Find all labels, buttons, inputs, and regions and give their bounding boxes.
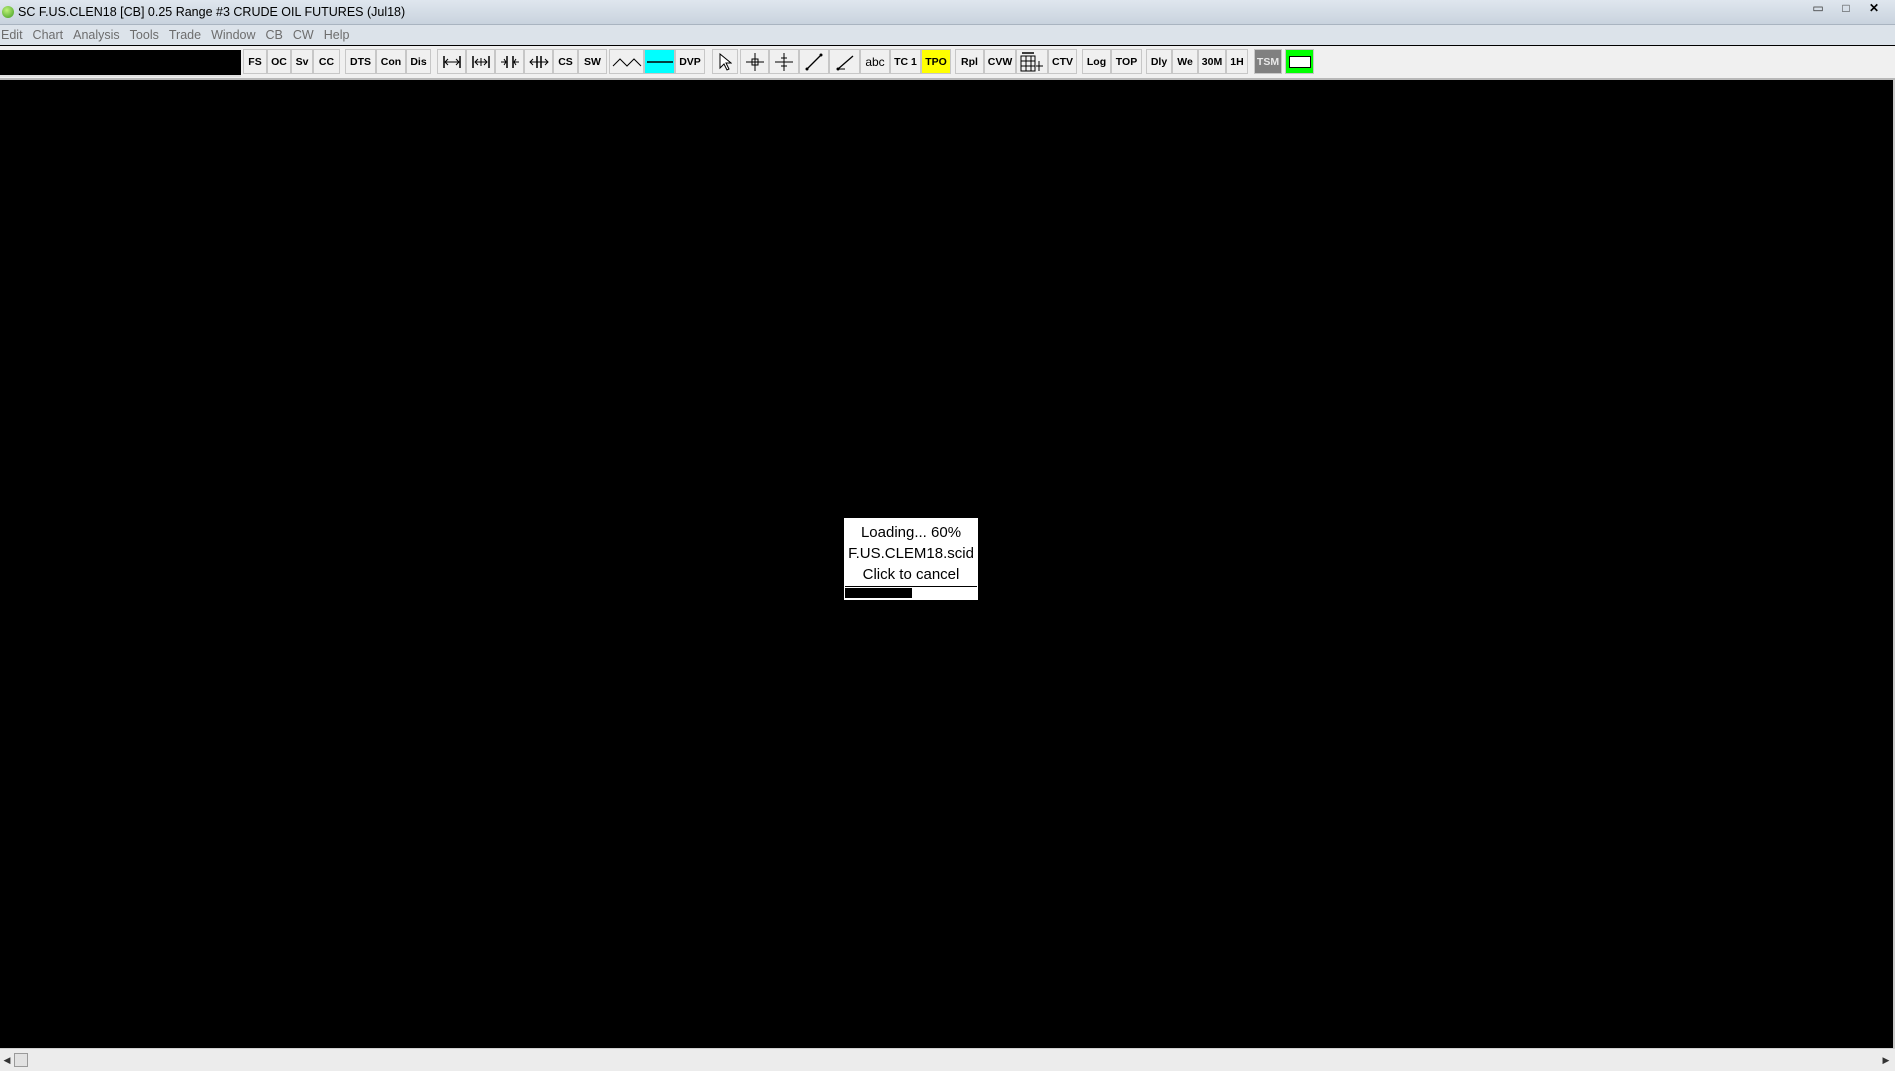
menu-cb[interactable]: CB [264, 28, 291, 42]
weekly-button[interactable]: We [1172, 49, 1198, 74]
grid-tool-icon[interactable] [1016, 49, 1048, 74]
menu-window[interactable]: Window [209, 28, 263, 42]
scroll-left-arrow-icon[interactable]: ◀ [0, 1049, 14, 1071]
chart-area[interactable]: Loading... 60% F.US.CLEM18.scid Click to… [0, 80, 1895, 1048]
cc-button[interactable]: CC [313, 49, 340, 74]
tc1-button[interactable]: TC 1 [890, 49, 921, 74]
decrease-spacing-icon[interactable] [495, 49, 524, 74]
daily-button[interactable]: Dly [1146, 49, 1172, 74]
horizontal-scrollbar[interactable]: ◀ ▶ [0, 1048, 1895, 1071]
con-button[interactable]: Con [376, 49, 406, 74]
increase-spacing-icon[interactable] [466, 49, 495, 74]
control-bar: FS OC Sv CC DTS Con Dis CS SW DVP abc TC… [0, 46, 1895, 80]
30m-button[interactable]: 30M [1198, 49, 1226, 74]
cvw-button[interactable]: CVW [984, 49, 1016, 74]
sw-button[interactable]: SW [578, 49, 607, 74]
dts-button[interactable]: DTS [345, 49, 376, 74]
menu-edit[interactable]: Edit [0, 28, 31, 42]
loading-file: F.US.CLEM18.scid [848, 545, 974, 562]
horizontal-line-icon[interactable] [644, 49, 675, 74]
dis-button[interactable]: Dis [406, 49, 431, 74]
minimize-button[interactable]: ▭ [1805, 0, 1831, 16]
menu-trade[interactable]: Trade [167, 28, 209, 42]
log-button[interactable]: Log [1082, 49, 1111, 74]
dvp-button[interactable]: DVP [675, 49, 705, 74]
swatch-inner [1288, 55, 1311, 68]
sv-button[interactable]: Sv [291, 49, 313, 74]
pointer-icon[interactable] [712, 49, 738, 74]
tsm-button[interactable]: TSM [1254, 49, 1282, 74]
sierra-chart-window: SC F.US.CLEN18 [CB] 0.25 Range #3 CRUDE … [0, 0, 1895, 1071]
ray-tool-icon[interactable] [829, 49, 860, 74]
cs-button[interactable]: CS [553, 49, 578, 74]
app-icon [2, 6, 14, 18]
maximize-button[interactable]: □ [1833, 0, 1859, 16]
scroll-right-arrow-icon[interactable]: ▶ [1879, 1049, 1893, 1071]
loading-dialog[interactable]: Loading... 60% F.US.CLEM18.scid Click to… [843, 517, 979, 601]
rpl-button[interactable]: Rpl [955, 49, 984, 74]
loading-progress-bar [845, 586, 977, 599]
fs-button[interactable]: FS [243, 49, 267, 74]
loading-status: Loading... 60% [860, 524, 962, 541]
window-controls: ▭ □ ✕ [1805, 0, 1887, 16]
cancel-text[interactable]: Click to cancel [844, 564, 978, 585]
crosshair-icon[interactable] [740, 49, 769, 74]
bar-spacing-icon[interactable] [437, 49, 466, 74]
zigzag-icon[interactable] [609, 49, 644, 74]
fit-spacing-icon[interactable] [524, 49, 553, 74]
menu-bar: Edit Chart Analysis Tools Trade Window C… [0, 25, 1895, 45]
window-title: SC F.US.CLEN18 [CB] 0.25 Range #3 CRUDE … [18, 5, 406, 19]
scroll-thumb[interactable] [14, 1053, 28, 1067]
menu-cw[interactable]: CW [291, 28, 322, 42]
ctv-button[interactable]: CTV [1048, 49, 1077, 74]
symbol-input[interactable] [0, 50, 241, 77]
loading-progress-fill [845, 588, 913, 598]
oc-button[interactable]: OC [267, 49, 291, 74]
menu-tools[interactable]: Tools [128, 28, 167, 42]
line-tool-icon[interactable] [799, 49, 829, 74]
menu-analysis[interactable]: Analysis [71, 28, 128, 42]
menu-chart[interactable]: Chart [31, 28, 72, 42]
text-tool-button[interactable]: abc [860, 49, 890, 74]
tpo-button[interactable]: TPO [921, 49, 951, 74]
color-swatch-button[interactable] [1285, 49, 1314, 74]
top-button[interactable]: TOP [1111, 49, 1142, 74]
menu-help[interactable]: Help [322, 28, 358, 42]
cursor-icon[interactable] [769, 49, 799, 74]
close-button[interactable]: ✕ [1861, 0, 1887, 16]
title-bar: SC F.US.CLEN18 [CB] 0.25 Range #3 CRUDE … [0, 0, 1895, 25]
1h-button[interactable]: 1H [1226, 49, 1248, 74]
